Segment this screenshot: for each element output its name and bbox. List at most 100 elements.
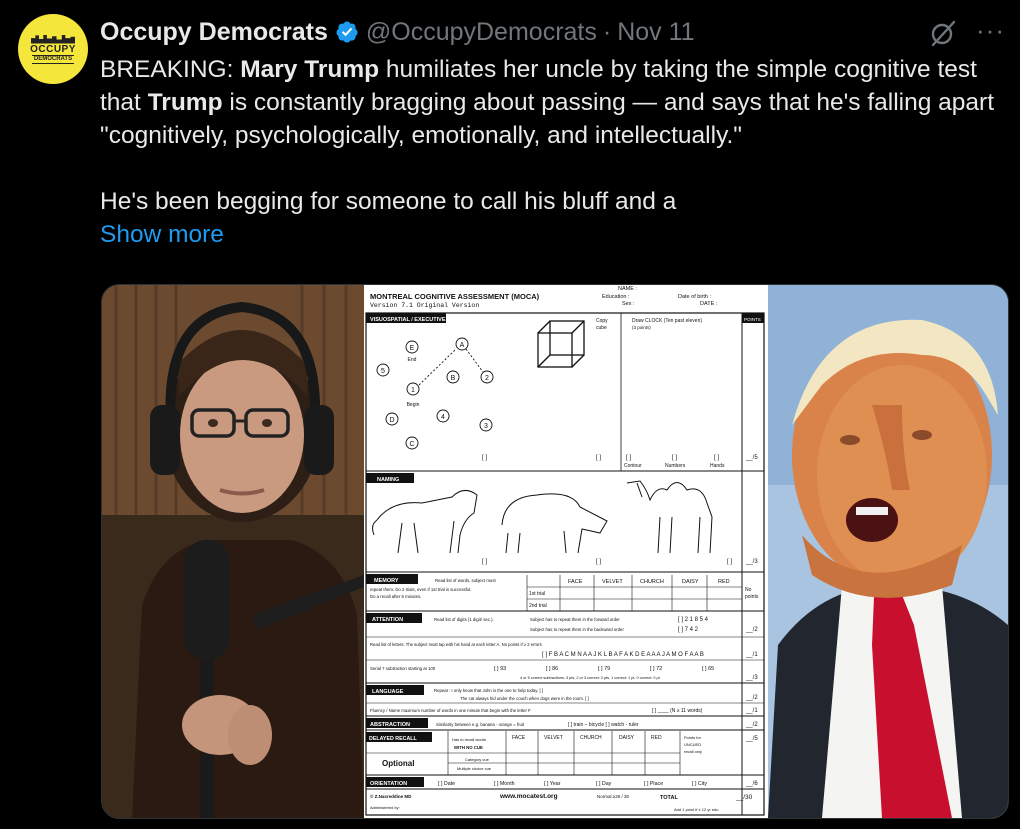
uncued-line-2: UNCUED xyxy=(684,742,701,747)
svg-text:End: End xyxy=(408,357,417,363)
contour-box: [ ] xyxy=(626,455,631,461)
backward-instruction: Subject has to repeat them in the backwa… xyxy=(530,627,624,632)
moca-visuo-header: VISUOSPATIAL / EXECUTIVE xyxy=(370,317,446,323)
donald-trump-photo xyxy=(768,285,1008,818)
svg-text:[ ] 79: [ ] 79 xyxy=(598,666,610,672)
show-more-link[interactable]: Show more xyxy=(100,218,1012,251)
svg-text:B: B xyxy=(451,375,456,382)
verified-badge-icon[interactable] xyxy=(335,20,359,44)
hands-box: [ ] xyxy=(714,455,719,461)
fluency-instruction: Fluency / Name maximum number of words i… xyxy=(370,708,531,713)
normal-range: Normal ≥26 / 30 xyxy=(597,794,629,799)
tweet-paragraph-1: BREAKING: Mary Trump humiliates her uncl… xyxy=(100,53,1012,152)
repeat-sentence-1: Repeat : I only know that John is the on… xyxy=(434,688,543,693)
letters-instruction: Read list of letters. The subject must t… xyxy=(370,642,542,647)
numbers-box: [ ] xyxy=(672,455,677,461)
moca-points-header: POINTS xyxy=(744,317,761,322)
svg-text:FACE: FACE xyxy=(512,735,526,741)
no-points-1: No xyxy=(745,587,752,593)
orientation-score: __/6 xyxy=(745,781,758,787)
lion-box: [ ] xyxy=(482,559,487,565)
multiple-choice-cue: Multiple choice cue xyxy=(457,766,492,771)
cube-label: cube xyxy=(596,325,607,331)
serial-instruction: Serial 7 subtraction starting at 100 xyxy=(370,666,436,671)
language-header: LANGUAGE xyxy=(372,689,404,695)
moca-author: © Z.Nasreddine MD xyxy=(370,793,412,799)
avatar-text-line2: DEMOCRATS xyxy=(31,54,75,64)
clock-instruction: Draw CLOCK (Ten past eleven) xyxy=(632,318,702,324)
fluency-score: __/1 xyxy=(745,708,758,714)
header-separator: · xyxy=(602,17,612,46)
svg-text:Begin: Begin xyxy=(407,402,420,408)
camel-box: [ ] xyxy=(727,559,732,565)
moca-title: MONTREAL COGNITIVE ASSESSMENT (MOCA) xyxy=(370,292,540,301)
svg-text:DAISY: DAISY xyxy=(682,579,699,585)
rhino-box: [ ] xyxy=(596,559,601,565)
repeat-score: __/2 xyxy=(745,695,758,701)
repeat-sentence-2: The cat always hid under the couch when … xyxy=(460,696,589,701)
svg-text:CHURCH: CHURCH xyxy=(580,735,602,741)
letters-score: __/1 xyxy=(745,652,758,658)
tweet-date[interactable]: Nov 11 xyxy=(617,18,694,47)
digits-forward: [ ] 2 1 8 5 4 xyxy=(678,617,709,623)
serial-score: __/3 xyxy=(745,675,758,681)
moca-date-label: DATE : xyxy=(700,301,718,307)
total-score: __/30 xyxy=(735,794,753,801)
trial-2-label: 2nd trial xyxy=(529,603,547,609)
abstraction-instruction: Similarity between e.g. banana - orange … xyxy=(436,722,525,727)
serial-scoring: 4 or 5 correct subtractions: 3 pts, 2 or… xyxy=(520,676,661,680)
category-cue: Category cue xyxy=(465,757,490,762)
avatar-skyline xyxy=(31,34,75,44)
tweet-text-run: is constantly bragging about passing — a… xyxy=(100,89,995,149)
svg-text:[ ] Year: [ ] Year xyxy=(544,781,561,787)
svg-text:[ ] 86: [ ] 86 xyxy=(546,666,558,672)
tweet-text-bold: Trump xyxy=(147,89,223,116)
tweet-text: BREAKING: Mary Trump humiliates her uncl… xyxy=(100,53,1012,251)
svg-text:E: E xyxy=(410,345,415,352)
svg-text:[ ] Date: [ ] Date xyxy=(438,781,455,787)
naming-score: __/3 xyxy=(745,559,758,565)
digits-instruction: Read list of digits (1 digit/ sec.). xyxy=(434,617,494,622)
tweet-text-bold: Mary Trump xyxy=(240,56,380,83)
uncued-line-3: recall only xyxy=(684,749,702,754)
letters-sequence: [ ] F B A C M N A A J K L B A F A K D E … xyxy=(542,652,704,658)
abstraction-header: ABSTRACTION xyxy=(370,722,410,728)
svg-text:VELVET: VELVET xyxy=(544,735,563,741)
svg-text:DAISY: DAISY xyxy=(619,735,635,741)
moca-dob-label: Date of birth : xyxy=(678,294,711,300)
abstraction-items: [ ] train – bicycle [ ] watch - ruler xyxy=(568,722,639,728)
svg-text:[ ] 93: [ ] 93 xyxy=(494,666,506,672)
svg-text:C: C xyxy=(409,441,414,448)
svg-text:5: 5 xyxy=(381,368,385,375)
digits-score: __/2 xyxy=(745,627,758,633)
avatar[interactable]: OCCUPY DEMOCRATS xyxy=(18,14,88,84)
author-name[interactable]: Occupy Democrats xyxy=(100,18,328,47)
moca-test-sheet: MONTREAL COGNITIVE ASSESSMENT (MOCA) Ver… xyxy=(364,285,768,818)
delayed-recall-header: DELAYED RECALL xyxy=(369,736,418,742)
moca-sex-label: Sex : xyxy=(622,301,635,307)
administered-by: Administered by: xyxy=(370,805,400,810)
education-point-note: Add 1 point if ≤ 12 yr edu xyxy=(674,807,718,812)
svg-text:VELVET: VELVET xyxy=(602,579,623,585)
grok-icon[interactable] xyxy=(928,18,958,48)
svg-text:RED: RED xyxy=(651,735,662,741)
moca-name-label: NAME : xyxy=(618,286,637,292)
tweet-text-run: BREAKING: xyxy=(100,56,241,83)
moca-version: Version 7.1 Original Version xyxy=(370,302,479,309)
svg-text:[ ] Place: [ ] Place xyxy=(644,781,663,787)
attention-header: ATTENTION xyxy=(372,617,403,623)
trial-1-label: 1st trial xyxy=(529,591,545,597)
svg-text:4: 4 xyxy=(441,414,445,421)
tweet-media[interactable]: MONTREAL COGNITIVE ASSESSMENT (MOCA) Ver… xyxy=(101,284,1009,819)
trail-box: [ ] xyxy=(482,455,487,461)
svg-text:1: 1 xyxy=(411,387,415,394)
visuo-score: __/5 xyxy=(745,455,758,461)
memory-text-2: repeat them. Do 2 trials, even if 1st tr… xyxy=(370,587,472,592)
moca-url: www.mocatest.org xyxy=(499,793,558,800)
author-handle[interactable]: @OccupyDemocrats xyxy=(366,18,597,47)
more-options-icon[interactable]: ··· xyxy=(976,17,1005,43)
naming-header: NAMING xyxy=(377,477,399,483)
svg-text:[ ] 65: [ ] 65 xyxy=(702,666,714,672)
total-label: TOTAL xyxy=(660,795,678,801)
hands-label: Hands xyxy=(710,463,725,469)
